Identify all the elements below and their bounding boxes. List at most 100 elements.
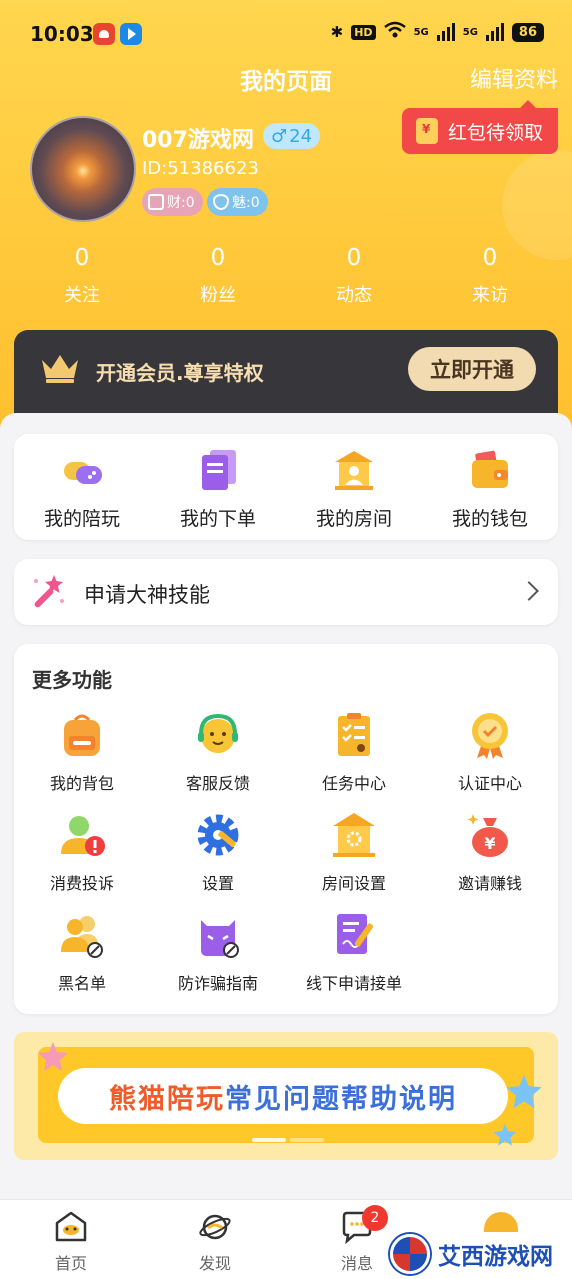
wealth-tag: 财:0 bbox=[142, 188, 203, 216]
tab-discover[interactable]: 发现 bbox=[170, 1210, 260, 1274]
settings-gear-icon bbox=[197, 814, 239, 856]
blacklist-icon bbox=[61, 916, 103, 958]
quick-label: 我的下单 bbox=[179, 508, 256, 530]
grid-label: 线下申请接单 bbox=[305, 974, 402, 993]
tab-label: 发现 bbox=[198, 1254, 231, 1273]
gender-age-badge: ♂ 24 bbox=[263, 123, 321, 149]
grid-certification[interactable]: 认证中心 bbox=[422, 710, 558, 810]
red-packet-label: 红包待领取 bbox=[448, 121, 544, 144]
room-settings-icon bbox=[333, 813, 375, 857]
quick-label: 我的钱包 bbox=[451, 508, 528, 530]
stat-label: 来访 bbox=[472, 285, 508, 306]
discover-icon bbox=[199, 1214, 231, 1240]
grid-label: 我的背包 bbox=[49, 774, 114, 793]
customer-service-icon bbox=[198, 713, 238, 753]
stat-visitors[interactable]: 0 来访 bbox=[422, 245, 558, 307]
orders-icon bbox=[202, 450, 236, 490]
section-title: 更多功能 bbox=[32, 668, 112, 692]
money-bag-icon: ¥ bbox=[467, 814, 508, 857]
task-icon bbox=[338, 713, 370, 756]
stat-posts[interactable]: 0 动态 bbox=[286, 245, 422, 307]
anti-fraud-icon bbox=[201, 920, 239, 958]
stat-following[interactable]: 0 关注 bbox=[14, 245, 150, 307]
stat-fans[interactable]: 0 粉丝 bbox=[150, 245, 286, 307]
charm-tag: 魅:0 bbox=[207, 188, 268, 216]
grid-settings[interactable]: 设置 bbox=[150, 810, 286, 910]
username: 007游戏网 bbox=[142, 128, 254, 153]
more-functions-card: 更多功能 我的背包 客服反馈 任务中心 认证中心 消费投诉 设置 房间设置 ¥ … bbox=[14, 644, 558, 1014]
tab-label: 首页 bbox=[54, 1254, 87, 1273]
grid-offline-apply[interactable]: 线下申请接单 bbox=[286, 910, 422, 1010]
hd-icon: HD bbox=[351, 24, 376, 40]
offline-apply-icon bbox=[337, 914, 374, 954]
chevron-right-icon bbox=[519, 581, 539, 601]
wealth-icon bbox=[148, 194, 164, 210]
male-icon: ♂ bbox=[271, 125, 288, 147]
grid-anti-fraud[interactable]: 防诈骗指南 bbox=[150, 910, 286, 1010]
grid-my-backpack[interactable]: 我的背包 bbox=[14, 710, 150, 810]
avatar[interactable] bbox=[30, 116, 136, 222]
grid-complaint[interactable]: 消费投诉 bbox=[14, 810, 150, 910]
grid-label: 防诈骗指南 bbox=[177, 974, 258, 993]
grid-blacklist[interactable]: 黑名单 bbox=[14, 910, 150, 1010]
home-icon bbox=[55, 1211, 87, 1242]
grid-invite-earn[interactable]: ¥ 邀请赚钱 bbox=[422, 810, 558, 910]
grid-customer-service[interactable]: 客服反馈 bbox=[150, 710, 286, 810]
svg-text:¥: ¥ bbox=[484, 834, 495, 853]
quick-my-companion[interactable]: 我的陪玩 bbox=[14, 434, 150, 540]
status-bar: 10:03 ✱ HD 5G 5G 86 bbox=[0, 0, 572, 68]
signal-icon-2 bbox=[485, 23, 504, 41]
age-value: 24 bbox=[289, 125, 313, 147]
banner-text-faq: 常见问题帮助说明 bbox=[225, 1083, 457, 1115]
wealth-value: 财:0 bbox=[167, 195, 195, 211]
complaint-icon bbox=[61, 816, 105, 856]
network-label: 5G bbox=[413, 26, 429, 38]
gamepad-icon bbox=[64, 462, 102, 484]
star-icon bbox=[493, 1123, 517, 1146]
stat-label: 动态 bbox=[336, 285, 372, 306]
tab-mine-icon[interactable] bbox=[484, 1212, 518, 1232]
banner-text-brand: 熊猫陪玩 bbox=[109, 1083, 225, 1115]
stat-value: 0 bbox=[482, 245, 498, 271]
notification-app-icon-2 bbox=[120, 23, 142, 45]
edit-profile-link[interactable]: 编辑资料 bbox=[470, 62, 558, 94]
red-packet-button[interactable]: 红包待领取 bbox=[402, 100, 558, 154]
vip-open-button[interactable]: 立即开通 bbox=[408, 347, 536, 391]
wifi-icon bbox=[383, 21, 406, 43]
grid-room-settings[interactable]: 房间设置 bbox=[286, 810, 422, 910]
stat-label: 关注 bbox=[64, 285, 100, 306]
apply-skill-row[interactable]: 申请大神技能 bbox=[14, 559, 558, 625]
status-time: 10:03 bbox=[30, 22, 94, 46]
red-packet-icon bbox=[416, 118, 438, 144]
backpack-icon bbox=[64, 714, 100, 756]
vip-text: 开通会员.尊享特权 bbox=[96, 361, 264, 385]
star-icon bbox=[38, 1042, 68, 1071]
tab-home[interactable]: 首页 bbox=[26, 1210, 116, 1274]
quick-my-orders[interactable]: 我的下单 bbox=[150, 434, 286, 540]
grid-label: 任务中心 bbox=[321, 774, 386, 793]
help-banner[interactable]: 熊猫陪玩 常见问题帮助说明 bbox=[14, 1032, 558, 1160]
charm-value: 魅:0 bbox=[232, 195, 260, 211]
star-icon bbox=[506, 1074, 542, 1109]
decorative-circle bbox=[502, 150, 572, 260]
grid-task-center[interactable]: 任务中心 bbox=[286, 710, 422, 810]
quick-my-wallet[interactable]: 我的钱包 bbox=[422, 434, 558, 540]
stats-row: 0 关注 0 粉丝 0 动态 0 来访 bbox=[14, 245, 558, 307]
quick-my-room[interactable]: 我的房间 bbox=[286, 434, 422, 540]
heart-icon bbox=[213, 194, 229, 210]
message-count-badge: 2 bbox=[362, 1205, 388, 1231]
quick-label: 我的陪玩 bbox=[43, 508, 120, 530]
watermark-text: 艾西游戏网 bbox=[438, 1243, 553, 1270]
room-icon bbox=[335, 451, 373, 490]
function-grid: 我的背包 客服反馈 任务中心 认证中心 消费投诉 设置 房间设置 ¥ 邀请赚钱 … bbox=[14, 710, 558, 1010]
grid-label: 客服反馈 bbox=[185, 774, 250, 793]
watermark-logo-icon bbox=[390, 1234, 430, 1274]
stat-label: 粉丝 bbox=[200, 285, 236, 306]
grid-label: 设置 bbox=[201, 874, 234, 893]
stat-value: 0 bbox=[346, 245, 362, 271]
certification-icon bbox=[472, 713, 508, 759]
wallet-icon bbox=[472, 450, 508, 488]
apply-skill-label: 申请大神技能 bbox=[84, 583, 210, 607]
magic-wand-icon bbox=[34, 575, 64, 608]
tab-label: 消息 bbox=[340, 1254, 373, 1273]
